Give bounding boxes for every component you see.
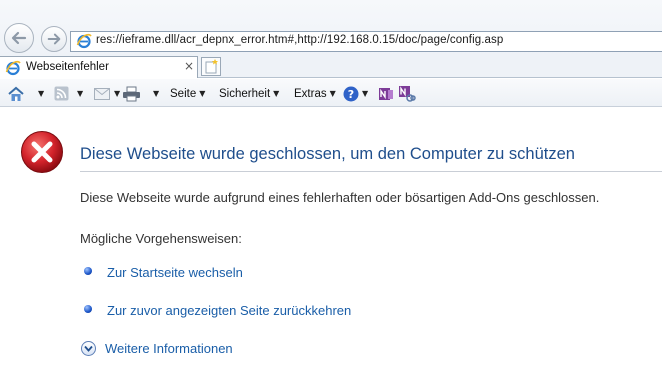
command-bar: ▼ ▼ ▼ ▼ Seite▼ Sicherheit▼ Extras▼ ? (0, 79, 662, 107)
link-go-back[interactable]: Zur zuvor angezeigten Seite zurückkehren (84, 303, 351, 318)
print-button[interactable] (122, 85, 141, 102)
print-dropdown[interactable]: ▼ (150, 85, 159, 102)
chevron-down-icon: ▼ (114, 89, 121, 98)
onenote-icon (379, 87, 393, 100)
link-go-home[interactable]: Zur Startseite wechseln (84, 265, 243, 280)
options-heading: Mögliche Vorgehensweisen: (80, 231, 242, 246)
page-title: Diese Webseite wurde geschlossen, um den… (80, 145, 575, 163)
ie-logo-icon (5, 60, 21, 76)
rss-feed-icon (54, 86, 69, 101)
expand-chevron-icon (81, 341, 96, 356)
back-button[interactable] (4, 23, 34, 53)
onenote-button[interactable] (378, 85, 394, 102)
error-page: Diese Webseite wurde geschlossen, um den… (0, 108, 662, 372)
error-x-icon (21, 131, 63, 173)
error-description: Diese Webseite wurde aufgrund eines fehl… (80, 190, 600, 205)
tab-close-button[interactable]: × (184, 59, 194, 73)
chevron-down-icon: ▼ (362, 89, 369, 98)
chevron-down-icon: ▼ (199, 89, 206, 98)
ie-logo-icon (76, 33, 92, 49)
svg-text:?: ? (348, 88, 354, 101)
home-icon (8, 86, 24, 101)
print-icon (123, 86, 140, 101)
home-dropdown[interactable]: ▼ (35, 85, 44, 102)
chevron-down-icon: ▼ (153, 89, 160, 98)
home-button[interactable] (7, 85, 25, 102)
help-button[interactable]: ? ▼ (343, 85, 368, 102)
forward-arrow-icon (47, 33, 61, 45)
extras-menu-label: Extras (294, 87, 327, 100)
chevron-down-icon: ▼ (273, 89, 280, 98)
address-bar-row: res://ieframe.dll/acr_depnx_error.htm#,h… (0, 0, 662, 58)
safety-menu[interactable]: Sicherheit ▼ (219, 85, 279, 102)
link-go-back-label: Zur zuvor angezeigten Seite zurückkehren (107, 303, 352, 318)
divider (80, 171, 662, 172)
mail-icon (94, 87, 110, 100)
bullet-icon (84, 304, 92, 313)
chevron-down-icon: ▼ (38, 89, 45, 98)
mail-dropdown[interactable]: ▼ (111, 85, 120, 102)
page-menu-label: Seite (170, 87, 197, 100)
tab-active[interactable]: Webseitenfehler × (0, 56, 198, 78)
feeds-dropdown[interactable]: ▼ (74, 85, 83, 102)
mail-button[interactable] (94, 85, 110, 102)
bullet-icon (84, 266, 92, 275)
page-menu[interactable]: Seite ▼ (170, 85, 205, 102)
tab-title: Webseitenfehler (26, 61, 109, 73)
new-tab-button[interactable] (201, 57, 221, 76)
chevron-down-icon: ▼ (77, 89, 84, 98)
help-icon: ? (343, 86, 359, 101)
onenote-linked-icon (399, 86, 416, 102)
feeds-button[interactable] (54, 85, 69, 102)
chevron-down-icon: ▼ (329, 89, 336, 98)
extras-menu[interactable]: Extras ▼ (294, 85, 336, 102)
safety-menu-label: Sicherheit (219, 87, 271, 100)
forward-button[interactable] (41, 26, 67, 52)
back-arrow-icon (11, 31, 27, 45)
link-go-home-label: Zur Startseite wechseln (107, 265, 243, 280)
link-more-info-label: Weitere Informationen (105, 341, 233, 356)
address-field[interactable]: res://ieframe.dll/acr_depnx_error.htm#,h… (70, 31, 662, 52)
tab-row: Webseitenfehler × (0, 56, 662, 78)
new-tab-icon (205, 59, 218, 74)
onenote-linked-button[interactable] (398, 85, 416, 102)
link-more-info[interactable]: Weitere Informationen (81, 341, 233, 356)
address-text: res://ieframe.dll/acr_depnx_error.htm#,h… (96, 34, 504, 46)
